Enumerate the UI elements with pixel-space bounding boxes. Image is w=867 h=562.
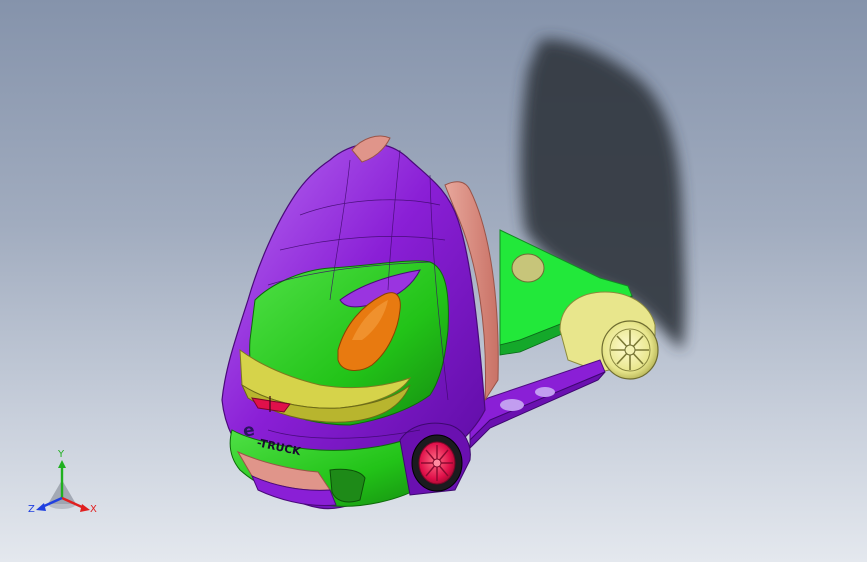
skirt-hole xyxy=(500,399,524,411)
skirt-hole xyxy=(535,387,555,397)
truck-3d-model[interactable]: e -TRUCK xyxy=(0,0,867,562)
graphics-viewport[interactable]: e -TRUCK Y X Z xyxy=(0,0,867,562)
front-step xyxy=(329,468,366,503)
z-axis-label: Z xyxy=(28,504,35,515)
front-wheel[interactable] xyxy=(411,434,463,492)
view-orientation-triad[interactable]: Y X Z xyxy=(26,446,106,526)
y-axis-label: Y xyxy=(58,449,65,460)
rear-wheel[interactable] xyxy=(601,320,659,380)
x-axis-label: X xyxy=(90,504,97,515)
rear-inner-wheel xyxy=(511,253,545,283)
